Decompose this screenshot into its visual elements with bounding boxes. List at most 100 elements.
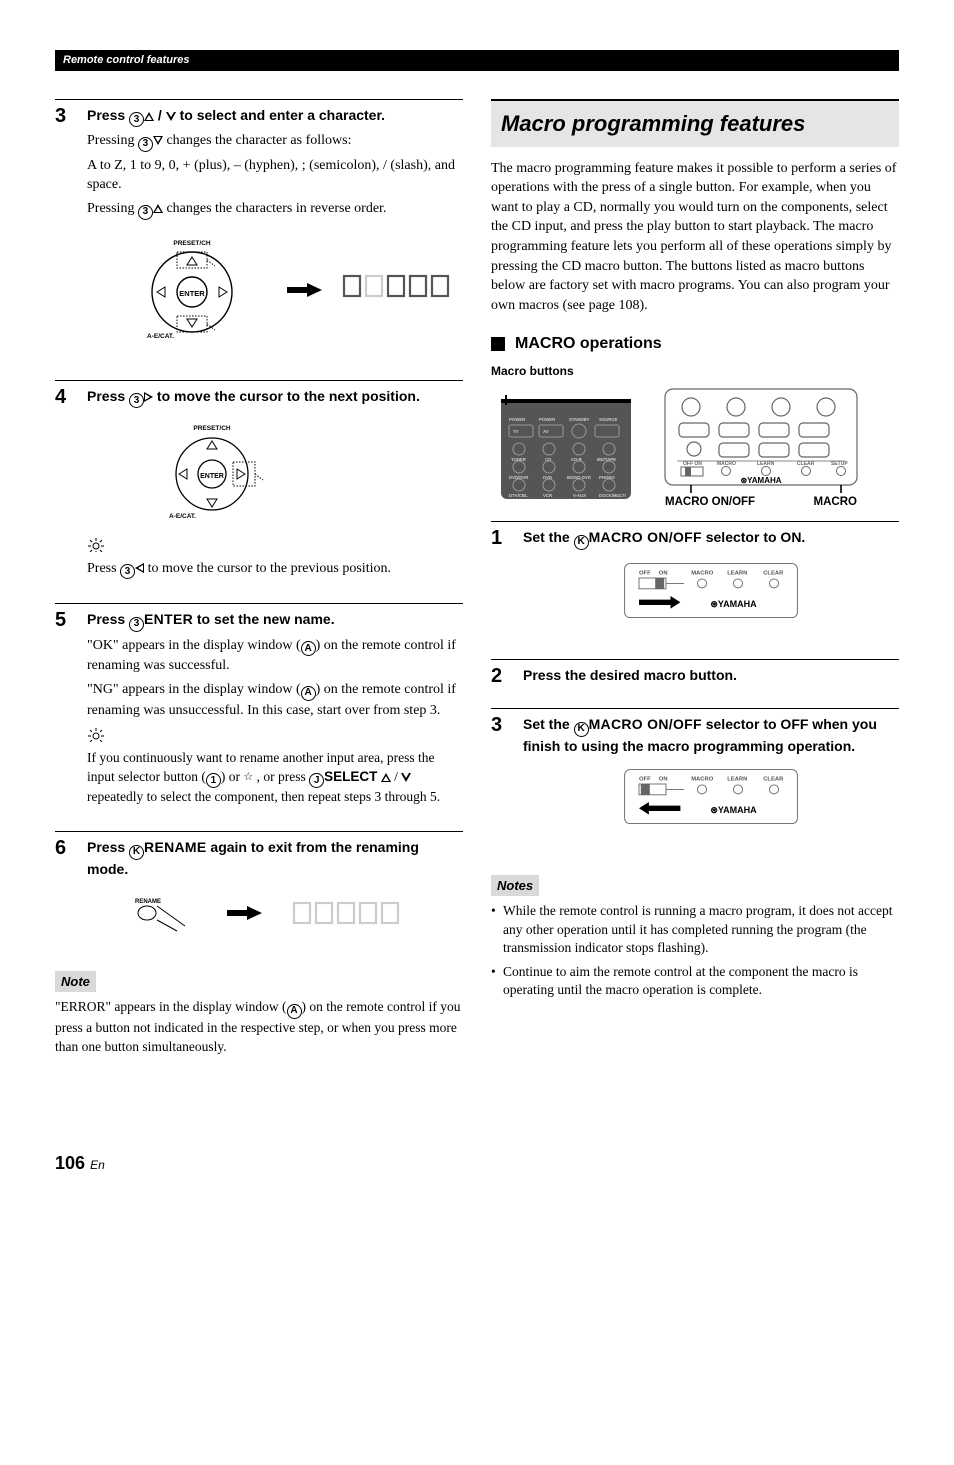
header-bar: Remote control features	[55, 50, 899, 71]
triangle-right-icon	[144, 392, 153, 402]
note-text: "ERROR" appears in the display window (A…	[55, 998, 463, 1056]
remote-bottom-wrap: ⊛YAMAHA OFF ONMACROLEARNCLEARSETUP MACRO…	[661, 385, 861, 511]
text: to set the new name.	[193, 611, 335, 627]
text: Press	[87, 839, 129, 855]
text: ) or	[221, 769, 244, 784]
circled-1-icon: 1	[206, 773, 221, 788]
text: changes the character as follows:	[163, 133, 352, 148]
feature-title-bar: Macro programming features	[491, 99, 899, 147]
circled-k-icon: K	[574, 535, 589, 550]
rename-label: RENAME	[144, 839, 206, 855]
svg-text:ENTER: ENTER	[200, 473, 224, 480]
step-heading: Set the KMACRO ON/OFF selector to ON.	[523, 528, 899, 550]
circled-j-icon: J	[309, 773, 324, 788]
svg-text:PRESET/CH: PRESET/CH	[193, 425, 231, 432]
text: "NG" appears in the display window (	[87, 682, 301, 697]
text: Set the	[523, 529, 574, 545]
square-bullet-icon	[491, 337, 505, 351]
step-number: 2	[491, 666, 509, 686]
notes-label: Notes	[491, 875, 539, 897]
paragraph: "NG" appears in the display window (A) o…	[87, 680, 463, 720]
tip-text: Press 3 to move the cursor to the previo…	[87, 559, 463, 580]
step-6: 6 Press KRENAME again to exit from the r…	[55, 831, 463, 940]
arrow-right-icon	[287, 283, 322, 297]
circled-3-icon: 3	[129, 112, 144, 127]
step-number: 1	[491, 528, 509, 548]
columns: 3 Press 3 / to select and enter a charac…	[55, 99, 899, 1061]
feature-title: Macro programming features	[501, 109, 889, 139]
macro-step-3: 3 Set the KMACRO ON/OFF selector to OFF …	[491, 708, 899, 844]
dial-graphic: ENTER	[117, 230, 267, 350]
list-item: While the remote control is running a ma…	[491, 902, 899, 957]
text: Press	[87, 561, 120, 576]
triangle-up-icon	[381, 773, 391, 782]
text: "OK" appears in the display window (	[87, 638, 301, 653]
note-label: Note	[55, 971, 96, 993]
select-label: SELECT	[324, 769, 377, 784]
step-3: 3 Press 3 / to select and enter a charac…	[55, 99, 463, 360]
circled-3-icon: 3	[120, 564, 135, 579]
circled-a-icon: A	[301, 686, 316, 701]
text: , or press	[253, 769, 309, 784]
triangle-down-icon	[153, 136, 163, 145]
step-heading: Press 3 to move the cursor to the next p…	[87, 387, 463, 409]
triangle-down-icon	[166, 112, 176, 121]
text: selector to ON.	[702, 529, 805, 545]
circled-a-icon: A	[287, 1004, 302, 1019]
note-block: Note "ERROR" appears in the display wind…	[55, 961, 463, 1057]
text: to move the cursor to the next position.	[153, 388, 420, 404]
macro-onoff-label: MACRO ON/OFF	[589, 716, 702, 732]
right-column: Macro programming features The macro pro…	[491, 99, 899, 1061]
step-number: 3	[55, 106, 73, 126]
step-heading: Press the desired macro button.	[523, 666, 899, 685]
text: Press	[87, 388, 129, 404]
text: Press	[87, 107, 129, 123]
triangle-left-icon	[135, 563, 144, 573]
step-heading: Press KRENAME again to exit from the ren…	[87, 838, 463, 878]
selector-off-figure: OFFONMACROLEARNCLEAR ⊛YAMAHA	[523, 766, 899, 829]
macro-step-2: 2 Press the desired macro button.	[491, 659, 899, 689]
caption-macro-onoff: MACRO ON/OFF	[665, 495, 755, 511]
cursor-dial-figure: ENTER	[117, 230, 463, 350]
remote-top-graphic: POWERPOWERSTANDBYSOURCE TVAV TUNERCDCD-R…	[491, 385, 641, 515]
svg-text:A-E/CAT.: A-E/CAT.	[147, 333, 174, 340]
tip-text: If you continuously want to rename anoth…	[87, 749, 463, 807]
text: Set the	[523, 716, 574, 732]
cursor-dial-figure: ENTER PRESET/CH A-E/CAT.	[147, 418, 463, 528]
circled-3-icon: 3	[129, 393, 144, 408]
svg-text:A-E/CAT.: A-E/CAT.	[169, 513, 196, 520]
text: repeatedly to select the component, then…	[87, 789, 440, 804]
step-number: 4	[55, 387, 73, 407]
svg-text:OFFONMACROLEARNCLEAR: OFFONMACROLEARNCLEAR	[639, 776, 784, 782]
seg-display	[292, 899, 412, 927]
star-icon: ☆	[243, 771, 253, 783]
svg-text:⊛YAMAHA: ⊛YAMAHA	[710, 598, 757, 608]
svg-text:RENAME: RENAME	[135, 899, 161, 905]
step-number: 6	[55, 838, 73, 858]
sub-heading: Macro buttons	[491, 363, 899, 379]
paragraph: A to Z, 1 to 9, 0, + (plus), – (hyphen),…	[87, 156, 463, 195]
list-item: Continue to aim the remote control at th…	[491, 963, 899, 999]
step-4: 4 Press 3 to move the cursor to the next…	[55, 380, 463, 584]
notes-list: While the remote control is running a ma…	[491, 902, 899, 999]
svg-text:OFFONMACROLEARNCLEAR: OFFONMACROLEARNCLEAR	[639, 570, 784, 576]
step-5: 5 Press 3ENTER to set the new name. "OK"…	[55, 603, 463, 811]
seg-display	[342, 272, 452, 307]
svg-text:⊛YAMAHA: ⊛YAMAHA	[710, 805, 757, 815]
remote-figure: POWERPOWERSTANDBYSOURCE TVAV TUNERCDCD-R…	[491, 385, 899, 515]
arrow-right-icon	[227, 906, 262, 920]
rename-button-graphic: RENAME	[127, 893, 197, 933]
dial-graphic: ENTER PRESET/CH A-E/CAT.	[147, 418, 277, 528]
circled-3-icon: 3	[129, 617, 144, 632]
text: changes the characters in reverse order.	[163, 201, 387, 216]
svg-text:OFF ONMACROLEARNCLEARSETUP: OFF ONMACROLEARNCLEARSETUP	[683, 461, 848, 467]
macro-onoff-label: MACRO ON/OFF	[589, 529, 702, 545]
remote-bottom-graphic: ⊛YAMAHA OFF ONMACROLEARNCLEARSETUP	[661, 385, 861, 495]
h3-row: MACRO operations	[491, 333, 899, 355]
enter-label: ENTER	[144, 611, 193, 627]
triangle-down-icon	[401, 773, 411, 782]
circled-k-icon: K	[574, 722, 589, 737]
text: "ERROR" appears in the display window (	[55, 999, 287, 1014]
page-num-value: 106	[55, 1153, 85, 1173]
step-number: 3	[491, 715, 509, 735]
